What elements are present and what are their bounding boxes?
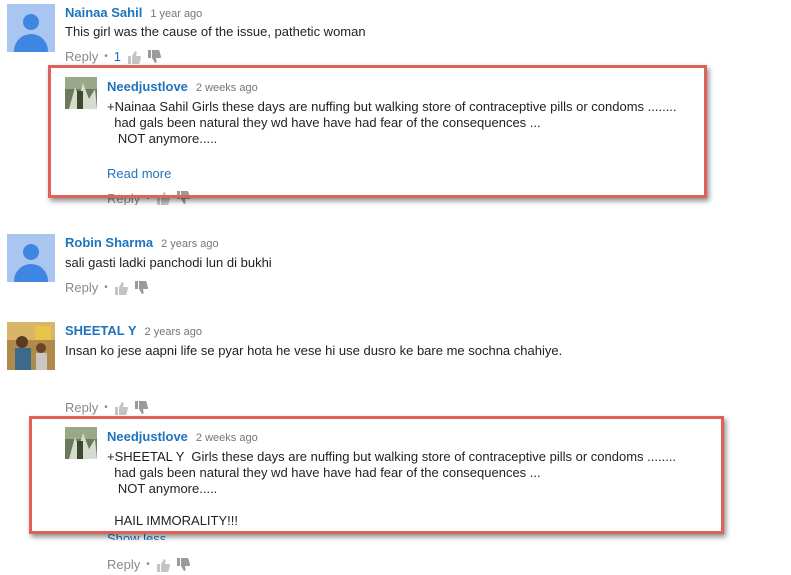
comment-text: sali gasti ladki panchodi lun di bukhi (65, 255, 272, 270)
comment-actions: Reply • (65, 280, 148, 295)
like-count: 1 (113, 49, 121, 64)
highlight-box (29, 416, 724, 534)
comment-author[interactable]: SHEETAL Y2 years ago (65, 323, 202, 338)
thumbs-down-icon[interactable] (176, 557, 190, 572)
comment-author[interactable]: Nainaa Sahil 1 year ago (65, 5, 202, 20)
reply-button[interactable]: Reply (107, 557, 140, 572)
comment-time[interactable]: 1 year ago (150, 8, 202, 20)
thumbs-down-icon[interactable] (134, 400, 148, 415)
reply-button[interactable]: Reply (65, 49, 98, 64)
comment-actions: Reply • 1 (65, 49, 161, 64)
reply-actions: Reply • (107, 557, 190, 572)
separator-dot: • (146, 559, 150, 570)
separator-dot: • (104, 402, 108, 413)
comment-text: Insan ko jese aapni life se pyar hota he… (65, 343, 563, 358)
comment-text: This girl was the cause of the issue, pa… (65, 24, 366, 39)
avatar[interactable] (7, 4, 55, 52)
separator-dot: • (104, 51, 108, 62)
reply-button[interactable]: Reply (65, 400, 98, 415)
comment-time[interactable]: 2 years ago (161, 238, 218, 250)
reply-button[interactable]: Reply (65, 280, 98, 295)
thumbs-up-icon[interactable] (156, 558, 170, 572)
thumbs-up-icon[interactable] (127, 50, 141, 64)
thumbs-down-icon[interactable] (134, 280, 148, 295)
thumbs-up-icon[interactable] (114, 401, 128, 415)
comment-author[interactable]: Robin Sharma 2 years ago (65, 235, 219, 250)
avatar[interactable] (7, 234, 55, 282)
thumbs-down-icon[interactable] (147, 49, 161, 64)
comment-time[interactable]: 2 years ago (145, 326, 202, 338)
thumbs-up-icon[interactable] (114, 281, 128, 295)
comment-actions: Reply • (65, 400, 148, 415)
separator-dot: • (104, 282, 108, 293)
highlight-box (48, 65, 707, 198)
avatar[interactable] (7, 322, 55, 370)
